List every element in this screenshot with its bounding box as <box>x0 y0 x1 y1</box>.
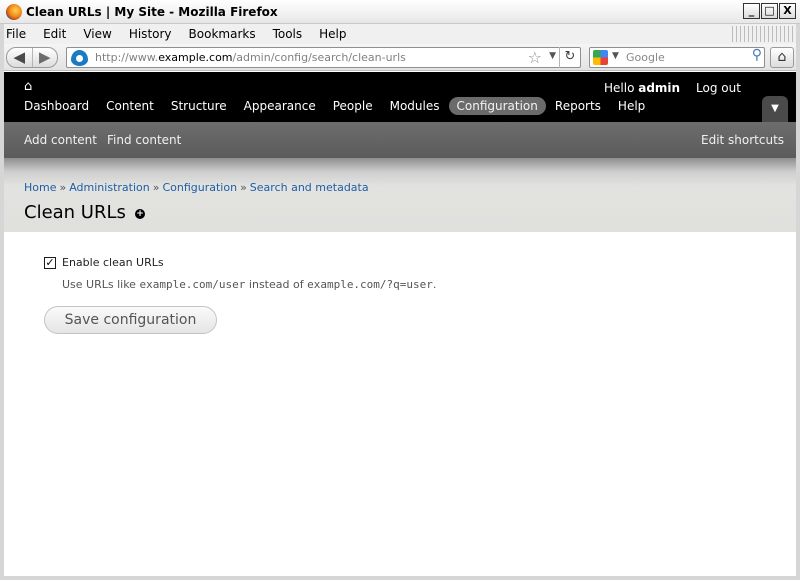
google-icon[interactable] <box>593 50 608 65</box>
page-title: Clean URLs <box>24 202 126 223</box>
close-button[interactable]: X <box>779 3 796 19</box>
toolbar-grip <box>732 26 794 42</box>
url-dropdown-icon[interactable]: ▼ <box>549 51 556 61</box>
logout-link[interactable]: Log out <box>696 81 741 95</box>
clean-urls-description: Use URLs like example.com/user instead o… <box>62 278 436 291</box>
url-path: /admin/config/search/clean-urls <box>232 51 406 64</box>
breadcrumb-separator: » <box>152 181 160 194</box>
breadcrumb-administration[interactable]: Administration <box>69 181 150 194</box>
menu-content[interactable]: Content <box>98 97 162 115</box>
bookmark-star-icon[interactable]: ☆ <box>528 48 542 67</box>
save-configuration-button[interactable]: Save configuration <box>44 306 217 334</box>
menu-help[interactable]: Help <box>319 27 346 41</box>
firefox-icon <box>6 4 22 20</box>
enable-clean-urls-checkbox[interactable]: ✓ <box>44 257 56 269</box>
enable-clean-urls-label[interactable]: Enable clean URLs <box>62 256 164 269</box>
home-button-icon[interactable]: ⌂ <box>770 47 794 68</box>
user-greeting: Hello admin <box>604 81 680 95</box>
breadcrumb: Home» Administration» Configuration» Search… <box>24 181 369 194</box>
shortcut-find-content[interactable]: Find content <box>107 133 181 147</box>
minimize-button[interactable]: _ <box>743 3 760 19</box>
menu-configuration[interactable]: Configuration <box>448 97 546 115</box>
menu-help-item[interactable]: Help <box>610 97 653 115</box>
breadcrumb-separator: » <box>240 181 247 194</box>
menu-tools[interactable]: Tools <box>273 27 303 41</box>
toolbar-home-icon[interactable]: ⌂ <box>24 79 32 94</box>
url-prefix: http://www. <box>95 51 159 64</box>
url-host: example.com <box>158 51 233 64</box>
breadcrumb-configuration[interactable]: Configuration <box>162 181 237 194</box>
admin-menu: Dashboard Content Structure Appearance P… <box>16 97 654 115</box>
search-engine-dropdown-icon[interactable]: ▼ <box>612 51 619 61</box>
search-magnifier-icon[interactable]: ⚲ <box>752 47 762 63</box>
url-text[interactable]: http://www.example.com/admin/config/sear… <box>95 51 406 64</box>
reload-icon[interactable]: ↻ <box>559 47 580 68</box>
menu-bookmarks[interactable]: Bookmarks <box>189 27 256 41</box>
toolbar-drawer-toggle-icon[interactable]: ▼ <box>762 96 788 122</box>
maximize-button[interactable]: □ <box>761 3 778 19</box>
breadcrumb-separator: » <box>59 181 67 194</box>
forward-arrow-icon[interactable]: ▶ <box>33 48 58 67</box>
menu-file[interactable]: File <box>6 27 26 41</box>
menu-edit[interactable]: Edit <box>43 27 66 41</box>
window-border <box>0 24 4 580</box>
desc-code-clean: example.com/user <box>139 278 246 291</box>
menu-structure[interactable]: Structure <box>163 97 235 115</box>
search-input[interactable]: Google <box>626 51 665 64</box>
edit-shortcuts-link[interactable]: Edit shortcuts <box>701 133 784 147</box>
back-forward-group: ◀ ▶ <box>6 47 58 68</box>
breadcrumb-home[interactable]: Home <box>24 181 56 194</box>
menu-appearance[interactable]: Appearance <box>236 97 324 115</box>
shortcut-add-content[interactable]: Add content <box>24 133 97 147</box>
back-arrow-icon[interactable]: ◀ <box>7 48 33 67</box>
search-bar[interactable]: ▼ Google ⚲ <box>589 47 765 68</box>
window-title: Clean URLs | My Site - Mozilla Firefox <box>26 5 278 19</box>
menu-reports[interactable]: Reports <box>547 97 609 115</box>
add-shortcut-icon[interactable]: + <box>135 209 145 219</box>
desc-text: instead of <box>245 278 308 291</box>
desc-code-query: example.com/?q=user <box>307 278 433 291</box>
breadcrumb-search-metadata[interactable]: Search and metadata <box>250 181 369 194</box>
browser-menubar: File Edit View History Bookmarks Tools H… <box>0 24 800 44</box>
greeting-text: Hello <box>604 81 639 95</box>
url-bar[interactable]: http://www.example.com/admin/config/sear… <box>66 47 581 68</box>
window-controls: _ □ X <box>743 3 796 19</box>
browser-navbar: ◀ ▶ http://www.example.com/admin/config/… <box>0 44 800 71</box>
window-border <box>0 576 800 580</box>
menu-history[interactable]: History <box>129 27 172 41</box>
window-titlebar: Clean URLs | My Site - Mozilla Firefox _… <box>0 0 800 24</box>
shortcuts-bar: Add content Find content Edit shortcuts <box>0 122 800 158</box>
admin-toolbar: ⌂ Hello admin Log out Dashboard Content … <box>0 72 800 122</box>
menu-view[interactable]: View <box>83 27 111 41</box>
menu-modules[interactable]: Modules <box>382 97 448 115</box>
user-name-link[interactable]: admin <box>638 81 680 95</box>
drupal-favicon-icon <box>71 50 88 66</box>
desc-text: Use URLs like <box>62 278 140 291</box>
menu-people[interactable]: People <box>325 97 381 115</box>
menu-dashboard[interactable]: Dashboard <box>16 97 97 115</box>
window-border <box>796 24 800 580</box>
desc-text: . <box>432 278 437 291</box>
